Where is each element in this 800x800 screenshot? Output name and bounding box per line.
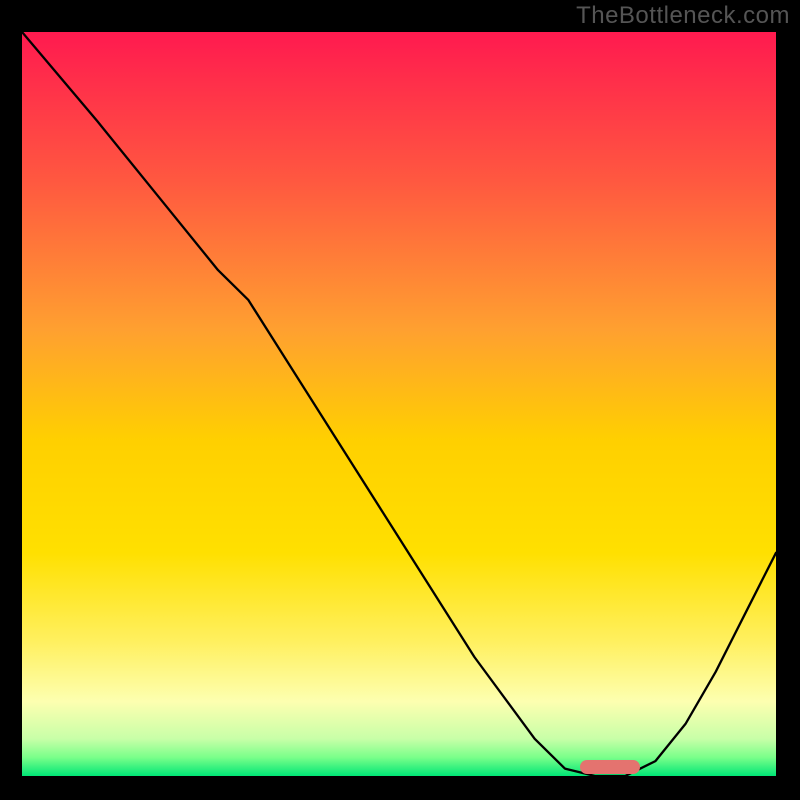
curve-line [22, 32, 776, 776]
chart-frame: TheBottleneck.com [0, 0, 800, 800]
optimal-marker [580, 760, 640, 774]
watermark-text: TheBottleneck.com [576, 2, 790, 30]
plot-area [20, 30, 778, 778]
